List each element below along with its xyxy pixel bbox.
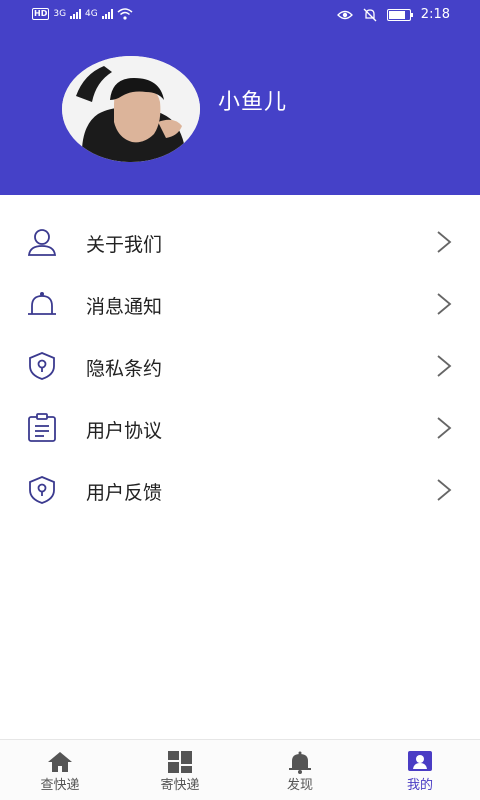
hd-badge: HD xyxy=(32,8,50,20)
tab-mine[interactable]: 我的 xyxy=(360,740,480,800)
clock-time: 2:18 xyxy=(420,7,450,22)
menu-item-about-us[interactable]: 关于我们 xyxy=(0,212,480,274)
settings-menu: 关于我们 消息通知 隐私条约 用户协议 用户反馈 xyxy=(0,212,480,522)
tab-label: 我的 xyxy=(406,778,433,793)
shield-icon xyxy=(29,476,55,504)
menu-item-label: 用户协议 xyxy=(86,420,163,442)
wifi-icon xyxy=(117,8,133,20)
chevron-right-icon xyxy=(437,293,452,315)
tab-send-express[interactable]: 寄快递 xyxy=(120,740,240,800)
status-bar: HD 3G 4G 2:18 xyxy=(0,0,480,32)
avatar[interactable] xyxy=(62,56,200,162)
grid-icon xyxy=(168,751,192,773)
menu-item-label: 用户反馈 xyxy=(86,482,163,504)
chevron-right-icon xyxy=(437,231,452,253)
tab-label: 寄快递 xyxy=(160,778,200,793)
signal-icon xyxy=(70,9,82,19)
menu-item-notifications[interactable]: 消息通知 xyxy=(0,274,480,336)
tab-discover[interactable]: 发现 xyxy=(240,740,360,800)
menu-item-user-agreement[interactable]: 用户协议 xyxy=(0,398,480,460)
network-4g-label: 4G xyxy=(85,9,98,19)
bell-icon xyxy=(28,292,56,315)
username: 小鱼儿 xyxy=(218,90,288,115)
person-icon xyxy=(27,229,57,256)
menu-item-label: 关于我们 xyxy=(86,234,163,256)
mute-bell-icon xyxy=(363,8,377,21)
chevron-right-icon xyxy=(437,479,452,501)
chevron-right-icon xyxy=(437,417,452,439)
home-icon xyxy=(48,752,72,772)
shield-icon xyxy=(29,352,55,380)
network-3g-label: 3G xyxy=(53,9,67,19)
status-bar-right: 2:18 xyxy=(336,7,450,22)
profile-card-icon xyxy=(408,751,432,771)
eye-icon xyxy=(336,10,353,19)
profile-header: HD 3G 4G 2:18 小鱼儿 xyxy=(0,0,480,195)
bell-icon xyxy=(289,751,311,774)
tab-label: 查快递 xyxy=(40,778,80,793)
tab-query-express[interactable]: 查快递 xyxy=(0,740,120,800)
menu-item-label: 消息通知 xyxy=(86,296,163,318)
chevron-right-icon xyxy=(437,355,452,377)
avatar-photo xyxy=(62,56,200,162)
status-bar-left: HD 3G 4G xyxy=(32,8,133,20)
menu-item-label: 隐私条约 xyxy=(86,358,163,380)
battery-icon xyxy=(386,8,413,21)
menu-item-privacy-policy[interactable]: 隐私条约 xyxy=(0,336,480,398)
menu-item-feedback[interactable]: 用户反馈 xyxy=(0,460,480,522)
signal-icon-2 xyxy=(101,9,113,19)
bottom-tab-bar: 查快递 寄快递 发现 我的 xyxy=(0,739,480,800)
tab-label: 发现 xyxy=(286,778,313,793)
clipboard-icon xyxy=(28,413,56,442)
